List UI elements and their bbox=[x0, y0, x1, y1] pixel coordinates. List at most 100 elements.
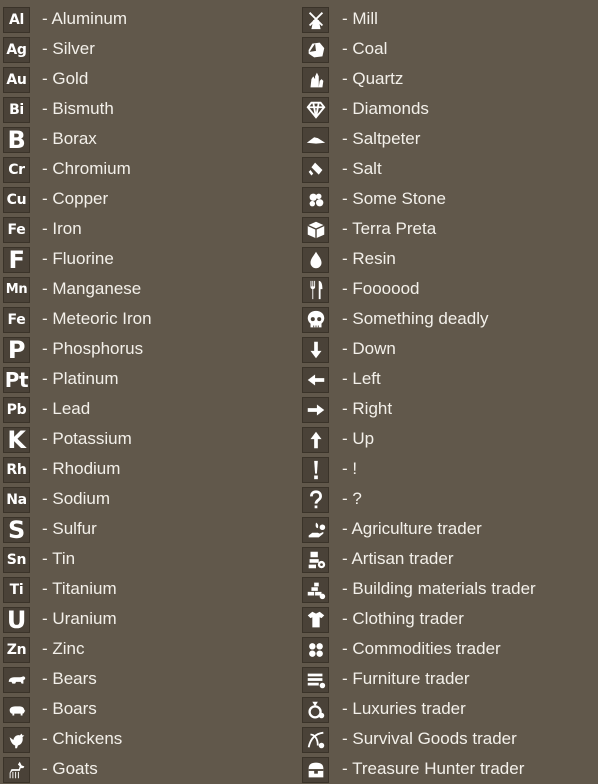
windmill-icon bbox=[302, 6, 329, 33]
legend-label: - Up bbox=[342, 429, 375, 448]
legend-label: - Zinc bbox=[42, 639, 85, 658]
legend-item-chromium: Cr - Chromium bbox=[3, 154, 293, 184]
legend-label: - Boars bbox=[42, 699, 97, 718]
legend-item-sodium: Na - Sodium bbox=[3, 484, 293, 514]
clothing-trader-icon bbox=[302, 606, 329, 633]
legend-label: - Quartz bbox=[342, 69, 404, 88]
stone-icon bbox=[302, 186, 329, 213]
legend-item-rhodium: Rh - Rhodium bbox=[3, 454, 293, 484]
legend-label: - Coal bbox=[342, 39, 388, 58]
legend-item-diamonds: - Diamonds bbox=[302, 94, 598, 124]
legend-item-salt: - Salt bbox=[302, 154, 598, 184]
legend-label: - Right bbox=[342, 399, 393, 418]
legend-item-up: - Up bbox=[302, 424, 598, 454]
legend-label: - Bismuth bbox=[42, 99, 114, 118]
legend-item-terra-preta: - Terra Preta bbox=[302, 214, 598, 244]
legend-item-building-materials-trader: - Building materials trader bbox=[302, 574, 598, 604]
legend-label: - Mill bbox=[342, 9, 378, 28]
legend-label: - Gold bbox=[42, 69, 89, 88]
legend-item-saltpeter: - Saltpeter bbox=[302, 124, 598, 154]
boar-icon bbox=[3, 696, 30, 723]
legend-label: - Manganese bbox=[42, 279, 142, 298]
resource-and-trader-column: - Mill - Coal - Quartz - Diamonds - Salt… bbox=[302, 4, 598, 784]
legend-item-clothing-trader: - Clothing trader bbox=[302, 604, 598, 634]
legend-label: - Copper bbox=[42, 189, 109, 208]
legend-label: - Chickens bbox=[42, 729, 123, 748]
borax-symbol-icon: B bbox=[3, 126, 30, 153]
fluorine-symbol-icon: F bbox=[3, 246, 30, 273]
manganese-symbol-icon: Mn bbox=[3, 276, 30, 303]
legend-item-phosphorus: P - Phosphorus bbox=[3, 334, 293, 364]
legend-item-some-stone: - Some Stone bbox=[302, 184, 598, 214]
furniture-trader-icon bbox=[302, 666, 329, 693]
legend-item-bismuth: Bi - Bismuth bbox=[3, 94, 293, 124]
legend-label: - Chromium bbox=[42, 159, 131, 178]
legend-label: - Borax bbox=[42, 129, 97, 148]
legend-label: - Potassium bbox=[42, 429, 132, 448]
saltpeter-icon bbox=[302, 126, 329, 153]
arrow-left-icon bbox=[302, 366, 329, 393]
legend-item-boars: - Boars bbox=[3, 694, 293, 724]
legend-item-coal: - Coal bbox=[302, 34, 598, 64]
quartz-icon bbox=[302, 66, 329, 93]
legend-label: - Treasure Hunter trader bbox=[342, 759, 525, 778]
legend-label: - Saltpeter bbox=[342, 129, 421, 148]
skull-icon bbox=[302, 306, 329, 333]
chromium-symbol-icon: Cr bbox=[3, 156, 30, 183]
legend-item-sulfur: S - Sulfur bbox=[3, 514, 293, 544]
building-materials-trader-icon bbox=[302, 576, 329, 603]
copper-symbol-icon: Cu bbox=[3, 186, 30, 213]
legend-item-manganese: Mn - Manganese bbox=[3, 274, 293, 304]
legend-item-chickens: - Chickens bbox=[3, 724, 293, 754]
salt-icon bbox=[302, 156, 329, 183]
legend-item-tin: Sn - Tin bbox=[3, 544, 293, 574]
diamond-icon bbox=[302, 96, 329, 123]
legend-item-survival-goods-trader: - Survival Goods trader bbox=[302, 724, 598, 754]
legend-label: - ? bbox=[342, 489, 362, 508]
legend-label: - Lead bbox=[42, 399, 91, 418]
exclamation-icon bbox=[302, 456, 329, 483]
legend-label: - Terra Preta bbox=[342, 219, 437, 238]
legend-item-commodities-trader: - Commodities trader bbox=[302, 634, 598, 664]
legend-label: - Clothing trader bbox=[342, 609, 464, 628]
legend-item-quartz: - Quartz bbox=[302, 64, 598, 94]
zinc-symbol-icon: Zn bbox=[3, 636, 30, 663]
coal-icon bbox=[302, 36, 329, 63]
arrow-down-icon bbox=[302, 336, 329, 363]
platinum-symbol-icon: Pt bbox=[3, 366, 30, 393]
legend-label: - Diamonds bbox=[342, 99, 429, 118]
legend-item-question: - ? bbox=[302, 484, 598, 514]
goat-icon bbox=[3, 756, 30, 783]
legend-item-bears: - Bears bbox=[3, 664, 293, 694]
legend-item-exclamation: - ! bbox=[302, 454, 598, 484]
legend-label: - Phosphorus bbox=[42, 339, 144, 358]
question-icon bbox=[302, 486, 329, 513]
legend-label: - Some Stone bbox=[342, 189, 446, 208]
lead-symbol-icon: Pb bbox=[3, 396, 30, 423]
legend-label: - Foooood bbox=[342, 279, 420, 298]
legend-label: - Rhodium bbox=[42, 459, 121, 478]
resin-drop-icon bbox=[302, 246, 329, 273]
uranium-symbol-icon: U bbox=[3, 606, 30, 633]
sulfur-symbol-icon: S bbox=[3, 516, 30, 543]
legend-item-borax: B - Borax bbox=[3, 124, 293, 154]
legend-item-platinum: Pt - Platinum bbox=[3, 364, 293, 394]
survival-goods-trader-icon bbox=[302, 726, 329, 753]
legend-label: - Aluminum bbox=[42, 9, 128, 28]
legend-label: - Iron bbox=[42, 219, 82, 238]
legend-item-potassium: K - Potassium bbox=[3, 424, 293, 454]
legend-item-mill: - Mill bbox=[302, 4, 598, 34]
legend-item-agriculture-trader: - Agriculture trader bbox=[302, 514, 598, 544]
meteoric-iron-symbol-icon: Fe bbox=[3, 306, 30, 333]
legend-label: - Silver bbox=[42, 39, 95, 58]
legend-item-gold: Au - Gold bbox=[3, 64, 293, 94]
legend-label: - Sulfur bbox=[42, 519, 97, 538]
legend-label: - Left bbox=[342, 369, 381, 388]
legend-item-right: - Right bbox=[302, 394, 598, 424]
legend-item-goats: - Goats bbox=[3, 754, 293, 784]
fork-knife-icon bbox=[302, 276, 329, 303]
legend-item-foooood: - Foooood bbox=[302, 274, 598, 304]
legend-label: - Agriculture trader bbox=[342, 519, 482, 538]
legend-item-titanium: Ti - Titanium bbox=[3, 574, 293, 604]
artisan-trader-icon bbox=[302, 546, 329, 573]
